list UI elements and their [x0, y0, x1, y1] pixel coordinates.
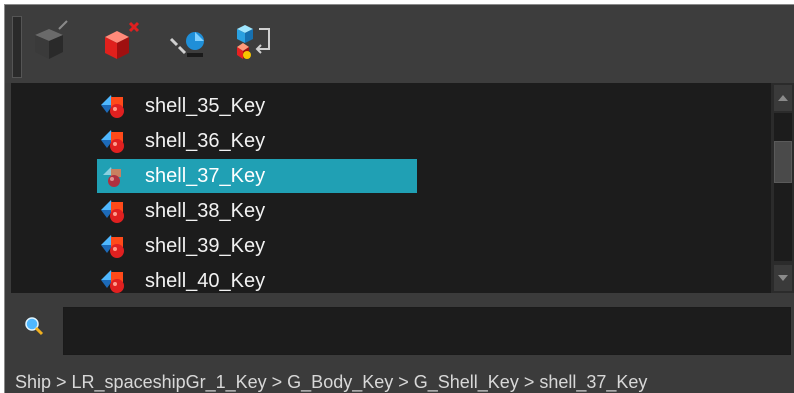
- search-icon: [23, 315, 45, 337]
- toolbar: [5, 5, 794, 83]
- list-item[interactable]: shell_35_Key: [97, 89, 417, 123]
- list-item[interactable]: shell_40_Key: [97, 264, 417, 293]
- scroll-thumb[interactable]: [774, 141, 792, 183]
- node-list: shell_35_Key shell_36_Key shell_37_Key s…: [11, 83, 771, 293]
- delete-peg-icon: [105, 21, 140, 59]
- arrow-up-icon: [778, 95, 788, 101]
- scroll-down-button[interactable]: [774, 265, 792, 291]
- search-bar: [5, 293, 794, 363]
- list-item-label: shell_38_Key: [145, 199, 266, 222]
- list-item[interactable]: shell_39_Key: [97, 229, 417, 263]
- breadcrumb: Ship > LR_spaceshipGr_1_Key > G_Body_Key…: [15, 372, 648, 392]
- list-item-selected[interactable]: shell_37_Key: [97, 159, 417, 193]
- list-item-label: shell_36_Key: [145, 129, 266, 152]
- list-item[interactable]: shell_36_Key: [97, 124, 417, 158]
- scroll-up-button[interactable]: [774, 85, 792, 111]
- list-item-label: shell_40_Key: [145, 269, 266, 292]
- list-scrollbar[interactable]: [771, 83, 794, 293]
- list-item-label: shell_39_Key: [145, 234, 266, 257]
- peg-icon: [99, 163, 127, 189]
- add-peg-icon: [35, 20, 68, 59]
- delete-peg-button[interactable]: [97, 19, 141, 63]
- toolbar-grip[interactable]: [12, 16, 22, 78]
- scroll-track[interactable]: [774, 113, 792, 261]
- link-icon: [169, 32, 204, 57]
- peg-icon: [99, 233, 127, 259]
- node-panel: shell_35_Key shell_36_Key shell_37_Key s…: [4, 4, 794, 393]
- peg-icon: [99, 198, 127, 224]
- peg-icon: [99, 268, 127, 293]
- peg-icon: [99, 93, 127, 119]
- arrow-down-icon: [778, 275, 788, 281]
- list-item-label: shell_35_Key: [145, 94, 266, 117]
- parent-button[interactable]: [231, 19, 275, 63]
- add-peg-button[interactable]: [27, 19, 71, 63]
- parent-icon: [237, 25, 270, 59]
- list-item-label: shell_37_Key: [145, 164, 266, 187]
- link-button[interactable]: [165, 19, 209, 63]
- search-input[interactable]: [63, 307, 791, 355]
- peg-icon: [99, 128, 127, 154]
- list-item[interactable]: shell_38_Key: [97, 194, 417, 228]
